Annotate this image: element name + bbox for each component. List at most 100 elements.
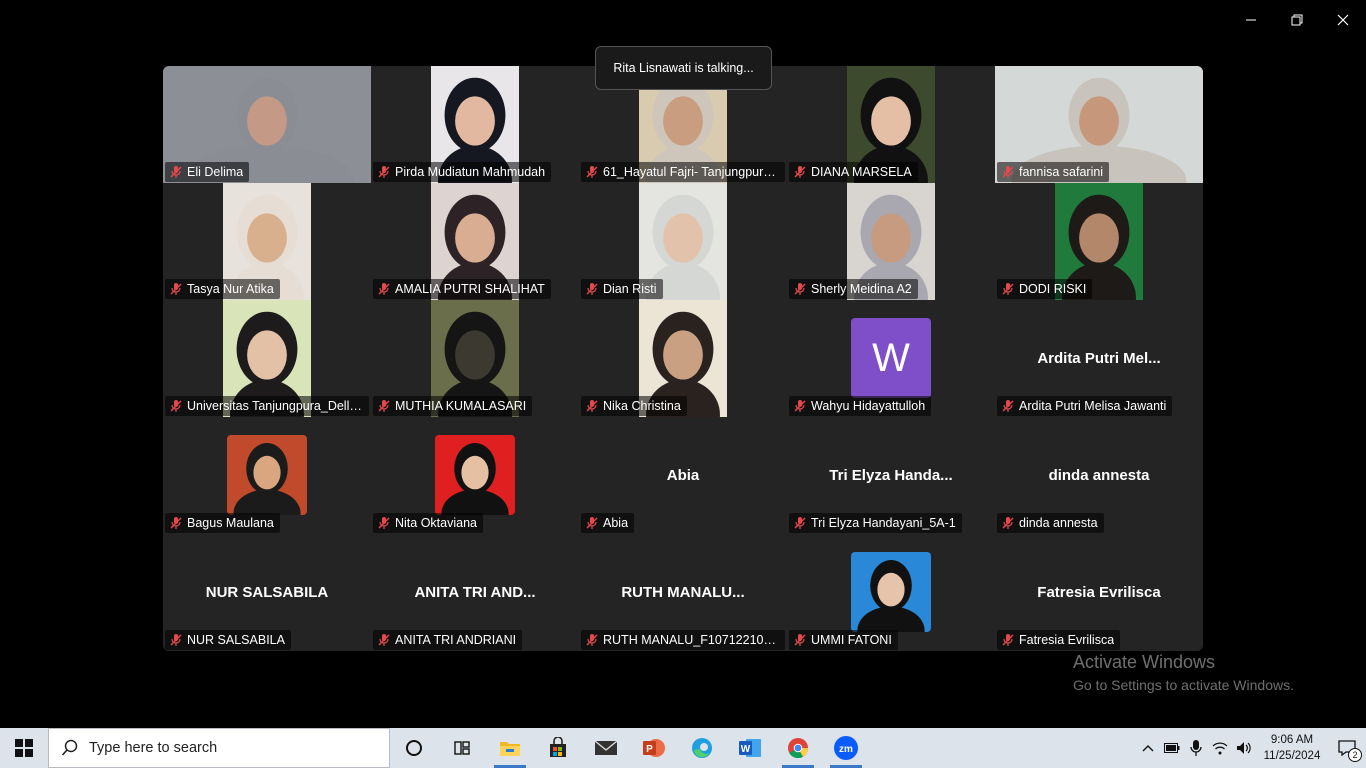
participant-tile[interactable]: Nika Christina: [579, 300, 787, 417]
participant-tile[interactable]: AMALIA PUTRI SHALIHAT: [371, 183, 579, 300]
participant-tile[interactable]: fannisa safarini: [995, 66, 1203, 183]
taskbar-clock[interactable]: 9:06 AM 11/25/2024: [1256, 732, 1328, 764]
volume-button[interactable]: [1232, 728, 1256, 768]
muted-mic-icon: [794, 400, 806, 412]
participant-tile[interactable]: Tri Elyza Handa... Tri Elyza Handayani_5A…: [787, 417, 995, 534]
participant-display-name: Abia: [666, 467, 700, 484]
muted-mic-icon: [378, 400, 390, 412]
participant-tile[interactable]: Pirda Mudiatun Mahmudah: [371, 66, 579, 183]
participant-display-name: Ardita Putri Mel...: [1037, 350, 1161, 367]
zoom-icon: zm: [834, 736, 858, 760]
activate-windows-watermark: Activate Windows Go to Settings to activ…: [1073, 652, 1294, 693]
muted-mic-icon: [586, 166, 598, 178]
word-button[interactable]: W: [726, 728, 774, 768]
network-button[interactable]: [1208, 728, 1232, 768]
participant-name-label: RUTH MANALU_F1071221051...: [581, 630, 785, 650]
gallery-view: Eli Delima Pirda Mudiatun Mahmudah 61_Haya…: [163, 66, 1203, 651]
participant-tile[interactable]: Universitas Tanjungpura_Della...: [163, 300, 371, 417]
svg-text:P: P: [646, 744, 653, 755]
muted-mic-icon: [794, 634, 806, 646]
participant-display-name: Tri Elyza Handa...: [829, 467, 953, 484]
muted-mic-icon: [378, 166, 390, 178]
participant-avatar: [435, 435, 515, 515]
active-speaker-toast: Rita Lisnawati is talking...: [595, 46, 772, 90]
restore-button[interactable]: [1274, 6, 1320, 34]
show-hidden-icons-button[interactable]: [1136, 728, 1160, 768]
participant-name-label: Tasya Nur Atika: [165, 279, 280, 299]
participant-video-frame: [435, 435, 515, 515]
participant-display-name: Fatresia Evrilisca: [1037, 584, 1161, 601]
participant-tile[interactable]: Sherly Meidina A2: [787, 183, 995, 300]
edge-button[interactable]: [678, 728, 726, 768]
participant-tile[interactable]: dinda annesta dinda annesta: [995, 417, 1203, 534]
zoom-button[interactable]: zm: [822, 728, 870, 768]
participant-tile[interactable]: Nita Oktaviana: [371, 417, 579, 534]
mail-icon: [594, 740, 618, 755]
muted-mic-icon: [1002, 517, 1014, 529]
participant-display-name: NUR SALSABILA: [205, 584, 329, 601]
watermark-title: Activate Windows: [1073, 652, 1216, 672]
restore-icon: [1291, 14, 1303, 26]
participant-tile[interactable]: Fatresia Evrilisca Fatresia Evrilisca: [995, 534, 1203, 651]
participant-name: Tasya Nur Atika: [187, 282, 274, 296]
folder-icon: [500, 742, 520, 756]
minimize-button[interactable]: [1228, 6, 1274, 34]
participant-tile[interactable]: Bagus Maulana: [163, 417, 371, 534]
speaker-icon: [1237, 742, 1251, 754]
clock-time: 9:06 AM: [1270, 734, 1314, 746]
muted-mic-icon: [794, 166, 806, 178]
participant-letter-avatar: W: [851, 318, 931, 398]
mail-button[interactable]: [582, 728, 630, 768]
svg-text:zm: zm: [839, 744, 853, 755]
chrome-icon: [788, 738, 809, 759]
participant-tile[interactable]: W Wahyu Hidayattulloh: [787, 300, 995, 417]
wifi-icon: [1212, 742, 1228, 755]
participant-video-frame: [227, 435, 307, 515]
file-explorer-button[interactable]: [486, 728, 534, 768]
svg-text:W: W: [741, 744, 751, 755]
task-view-icon: [454, 741, 470, 755]
muted-mic-icon: [1002, 283, 1014, 295]
participant-tile[interactable]: Tasya Nur Atika: [163, 183, 371, 300]
start-button[interactable]: [0, 728, 48, 768]
participant-name-label: fannisa safarini: [997, 162, 1110, 182]
participant-avatar: [227, 435, 307, 515]
participant-tile[interactable]: RUTH MANALU... RUTH MANALU_F1071221051...: [579, 534, 787, 651]
participant-tile[interactable]: Ardita Putri Mel... Ardita Putri Melisa J…: [995, 300, 1203, 417]
taskbar-search-box[interactable]: Type here to search: [48, 728, 390, 768]
participant-name-label: Bagus Maulana: [165, 513, 280, 533]
microphone-tray-button[interactable]: [1184, 728, 1208, 768]
action-center-button[interactable]: 2: [1328, 728, 1366, 768]
task-view-button[interactable]: [438, 728, 486, 768]
watermark-subtitle: Go to Settings to activate Windows.: [1073, 677, 1294, 693]
participant-name: Dian Risti: [603, 282, 657, 296]
participant-name-label: Fatresia Evrilisca: [997, 630, 1121, 650]
participant-tile[interactable]: MUTHIA KUMALASARI: [371, 300, 579, 417]
participant-tile[interactable]: Abia Abia: [579, 417, 787, 534]
close-button[interactable]: [1320, 6, 1366, 34]
muted-mic-icon: [1002, 634, 1014, 646]
participant-tile[interactable]: Eli Delima: [163, 66, 371, 183]
participant-tile[interactable]: UMMI FATONI: [787, 534, 995, 651]
participant-tile[interactable]: ANITA TRI AND... ANITA TRI ANDRIANI: [371, 534, 579, 651]
participant-name-label: Pirda Mudiatun Mahmudah: [373, 162, 552, 182]
participant-name-label: Eli Delima: [165, 162, 250, 182]
powerpoint-button[interactable]: P: [630, 728, 678, 768]
participant-tile[interactable]: Dian Risti: [579, 183, 787, 300]
muted-mic-icon: [170, 517, 182, 529]
microsoft-store-button[interactable]: [534, 728, 582, 768]
participant-tile[interactable]: NUR SALSABILA NUR SALSABILA: [163, 534, 371, 651]
cortana-button[interactable]: [390, 728, 438, 768]
participant-name-label: DIANA MARSELA: [789, 162, 918, 182]
cortana-icon: [406, 740, 422, 756]
battery-button[interactable]: [1160, 728, 1184, 768]
participant-tile[interactable]: DIANA MARSELA: [787, 66, 995, 183]
chrome-button[interactable]: [774, 728, 822, 768]
muted-mic-icon: [586, 634, 598, 646]
search-placeholder: Type here to search: [89, 740, 218, 756]
participant-name: DODI RISKI: [1019, 282, 1087, 296]
participant-tile[interactable]: DODI RISKI: [995, 183, 1203, 300]
participant-name: UMMI FATONI: [811, 633, 892, 647]
participant-name-label: ANITA TRI ANDRIANI: [373, 630, 523, 650]
participant-name-label: Tri Elyza Handayani_5A-1: [789, 513, 962, 533]
